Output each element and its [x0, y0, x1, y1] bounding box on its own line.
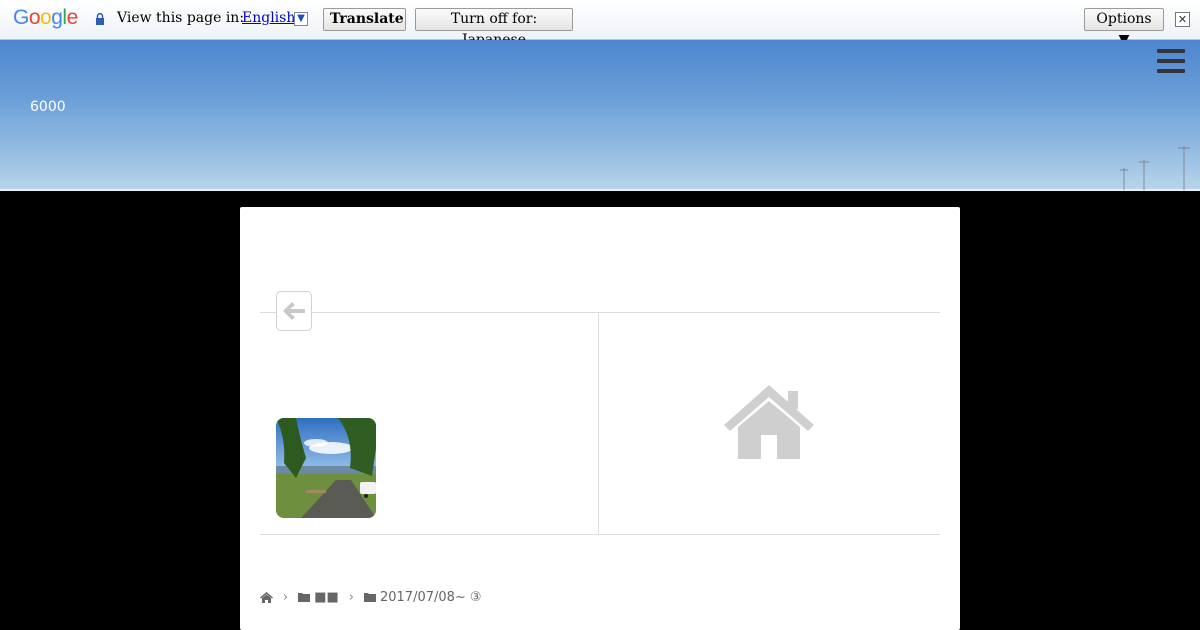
folder-icon: [298, 593, 311, 602]
divider: [260, 534, 940, 535]
lock-icon: [96, 13, 104, 25]
translate-prompt: View this page in:: [117, 10, 245, 26]
menu-icon[interactable]: [1157, 49, 1185, 73]
home-icon[interactable]: [260, 591, 273, 603]
site-title[interactable]: 6000: [30, 99, 66, 115]
arrow-left-icon: [283, 302, 305, 320]
turn-off-button[interactable]: Turn off for: Japanese: [415, 8, 573, 48]
power-poles-image: [1120, 146, 1190, 190]
close-icon[interactable]: ✕: [1175, 12, 1190, 27]
home-icon[interactable]: [724, 385, 814, 459]
header-banner: 6000: [0, 40, 1200, 191]
google-logo: Google: [13, 6, 78, 29]
language-link[interactable]: English: [242, 10, 295, 26]
breadcrumb-category[interactable]: ■■: [314, 590, 339, 605]
breadcrumb-separator: ›: [283, 589, 289, 605]
breadcrumb-subcategory[interactable]: 2017/07/08~ ③: [380, 590, 482, 605]
translate-bar: Google View this page in: English ▼ Tran…: [0, 0, 1200, 48]
translate-button[interactable]: Translate: [323, 8, 406, 31]
divider: [598, 312, 599, 534]
options-button[interactable]: Options ▼: [1084, 8, 1164, 48]
content-card: › ■■ › 2017/07/08~ ③: [240, 207, 960, 630]
divider: [260, 312, 940, 313]
previous-post-button[interactable]: [276, 291, 312, 331]
breadcrumb-separator: ›: [348, 589, 354, 605]
folder-icon: [363, 593, 376, 602]
breadcrumb: › ■■ › 2017/07/08~ ③: [260, 589, 482, 605]
previous-post-thumbnail[interactable]: [276, 418, 376, 518]
language-dropdown-icon[interactable]: ▼: [294, 12, 308, 26]
